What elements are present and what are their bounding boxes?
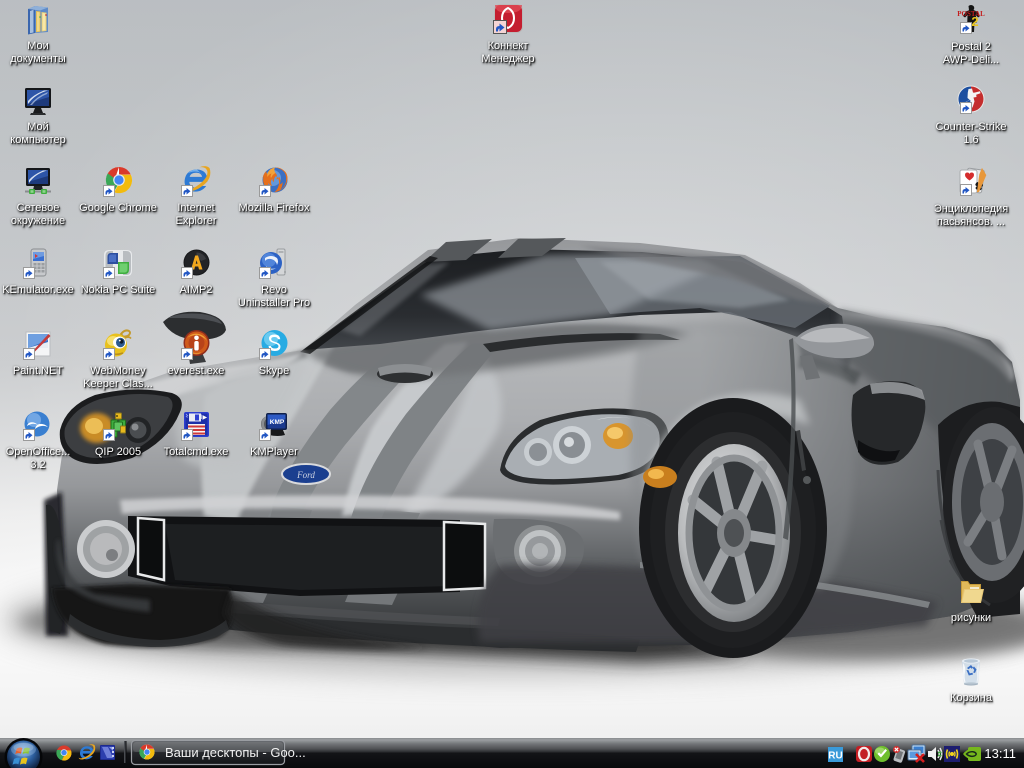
svg-text:I▶: I▶ (201, 415, 208, 421)
svg-text:Ford: Ford (296, 470, 315, 480)
svg-text:2: 2 (971, 14, 978, 29)
svg-text:RU: RU (828, 751, 842, 762)
svg-text:KMP: KMP (270, 419, 285, 426)
